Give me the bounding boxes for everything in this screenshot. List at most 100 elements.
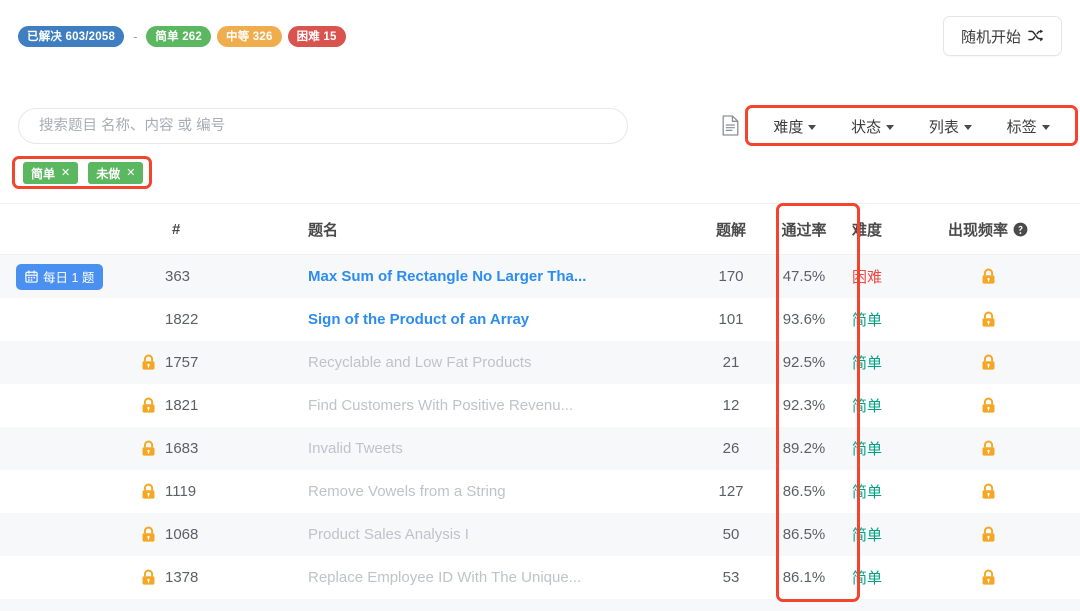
row-acceptance: 86.5% <box>762 526 846 543</box>
search-input[interactable] <box>18 108 628 144</box>
filter-tags[interactable]: 标签 <box>1007 116 1050 137</box>
column-header-frequency-label: 出现频率 <box>948 219 1008 240</box>
row-title-link[interactable]: Max Sum of Rectangle No Larger Tha... <box>308 268 586 285</box>
row-frequency-cell <box>908 268 1068 285</box>
row-solutions: 26 <box>700 440 762 457</box>
table-row[interactable]: 1683 Invalid Tweets 26 89.2% 简单 <box>0 427 1080 470</box>
row-acceptance: 93.6% <box>762 311 846 328</box>
lock-icon <box>141 483 156 500</box>
row-acceptance: 89.2% <box>762 440 846 457</box>
filter-status[interactable]: 状态 <box>851 116 894 137</box>
row-id-cell: 1683 <box>136 440 308 457</box>
stat-pill-easy: 简单 262 <box>146 26 211 47</box>
remove-icon[interactable]: ✕ <box>61 168 70 179</box>
row-solutions: 21 <box>700 354 762 371</box>
lock-icon <box>141 354 156 371</box>
row-id: 1683 <box>165 440 207 457</box>
help-circle-icon[interactable] <box>1013 222 1028 237</box>
filter-list-label: 列表 <box>929 116 959 137</box>
row-id: 1068 <box>165 526 207 543</box>
row-solutions: 12 <box>700 397 762 414</box>
row-title-cell[interactable]: Max Sum of Rectangle No Larger Tha... <box>308 268 700 285</box>
lock-icon <box>981 526 996 543</box>
filter-list[interactable]: 列表 <box>929 116 972 137</box>
lock-icon <box>981 569 996 586</box>
row-solutions: 127 <box>700 483 762 500</box>
lock-icon <box>981 397 996 414</box>
row-frequency-cell <box>908 569 1068 586</box>
column-header-title: 题名 <box>308 219 700 240</box>
table-row[interactable]: 1119 Remove Vowels from a String 127 86.… <box>0 470 1080 513</box>
document-list-icon[interactable] <box>722 115 740 136</box>
row-id-cell: 363 <box>136 268 308 285</box>
table-row[interactable]: 1757 Recyclable and Low Fat Products 21 … <box>0 341 1080 384</box>
lock-icon <box>981 483 996 500</box>
shuffle-icon <box>1028 28 1044 44</box>
column-header-id: # <box>136 221 308 238</box>
active-filter-tags: 简单 ✕ 未做 ✕ <box>0 155 1080 189</box>
row-frequency-cell <box>908 483 1068 500</box>
stat-pill-medium: 中等 326 <box>217 26 282 47</box>
lock-slot <box>136 354 156 371</box>
row-id-cell: 1378 <box>136 569 308 586</box>
row-title-locked: Invalid Tweets <box>308 440 403 457</box>
row-frequency-cell <box>908 354 1068 371</box>
row-acceptance: 86.5% <box>762 483 846 500</box>
lock-icon <box>141 526 156 543</box>
column-header-solutions: 题解 <box>700 219 762 240</box>
column-header-acceptance: 通过率 <box>762 219 846 240</box>
row-title-cell: Product Sales Analysis I <box>308 526 700 543</box>
table-row[interactable]: 1822 Sign of the Product of an Array 101… <box>0 298 1080 341</box>
column-header-difficulty: 难度 <box>846 219 908 240</box>
daily-challenge-badge[interactable]: 每日 1 题 <box>16 264 103 290</box>
row-id: 1757 <box>165 354 207 371</box>
lock-icon <box>141 397 156 414</box>
row-id-cell: 1068 <box>136 526 308 543</box>
calendar-icon <box>25 270 38 283</box>
row-title-cell: Remove Vowels from a String <box>308 483 700 500</box>
row-difficulty: 简单 <box>846 481 908 502</box>
row-title-link[interactable]: Sign of the Product of an Array <box>308 311 529 328</box>
row-id: 1822 <box>165 311 207 328</box>
table-row[interactable]: 每日 1 题 363 Max Sum of Rectangle No Large… <box>0 255 1080 298</box>
table-row-partial[interactable] <box>0 599 1080 611</box>
remove-icon[interactable]: ✕ <box>126 168 135 179</box>
row-difficulty: 简单 <box>846 567 908 588</box>
active-tag-todo-label: 未做 <box>96 165 120 182</box>
chevron-down-icon <box>808 125 816 130</box>
column-header-frequency: 出现频率 <box>908 219 1068 240</box>
row-solutions: 53 <box>700 569 762 586</box>
lock-icon <box>141 440 156 457</box>
row-title-cell[interactable]: Sign of the Product of an Array <box>308 311 700 328</box>
random-start-button[interactable]: 随机开始 <box>943 16 1062 56</box>
filter-difficulty[interactable]: 难度 <box>773 116 816 137</box>
row-solutions: 101 <box>700 311 762 328</box>
stats-pill-group: 已解决 603/2058 - 简单 262 中等 326 困难 15 <box>18 26 346 47</box>
row-id-cell: 1821 <box>136 397 308 414</box>
row-title-locked: Remove Vowels from a String <box>308 483 506 500</box>
row-id-cell: 1757 <box>136 354 308 371</box>
row-difficulty: 困难 <box>846 266 908 287</box>
row-badge-cell: 每日 1 题 <box>0 264 136 290</box>
row-acceptance: 92.5% <box>762 354 846 371</box>
table-row[interactable]: 1821 Find Customers With Positive Revenu… <box>0 384 1080 427</box>
row-title-locked: Product Sales Analysis I <box>308 526 469 543</box>
chevron-down-icon <box>1042 125 1050 130</box>
table-row[interactable]: 1068 Product Sales Analysis I 50 86.5% 简… <box>0 513 1080 556</box>
row-title-cell: Invalid Tweets <box>308 440 700 457</box>
row-difficulty: 简单 <box>846 395 908 416</box>
row-title-locked: Find Customers With Positive Revenu... <box>308 397 573 414</box>
filter-tags-label: 标签 <box>1007 116 1037 137</box>
row-solutions: 170 <box>700 268 762 285</box>
filter-difficulty-label: 难度 <box>773 116 803 137</box>
active-tag-todo[interactable]: 未做 ✕ <box>88 162 143 184</box>
daily-challenge-label: 每日 1 题 <box>43 267 94 286</box>
active-tag-easy[interactable]: 简单 ✕ <box>23 162 78 184</box>
table-row[interactable]: 1378 Replace Employee ID With The Unique… <box>0 556 1080 599</box>
filters-group: 难度 状态 列表 标签 <box>748 107 1075 145</box>
lock-icon <box>981 268 996 285</box>
row-acceptance: 92.3% <box>762 397 846 414</box>
row-frequency-cell <box>908 526 1068 543</box>
active-tag-easy-label: 简单 <box>31 165 55 182</box>
chevron-down-icon <box>964 125 972 130</box>
